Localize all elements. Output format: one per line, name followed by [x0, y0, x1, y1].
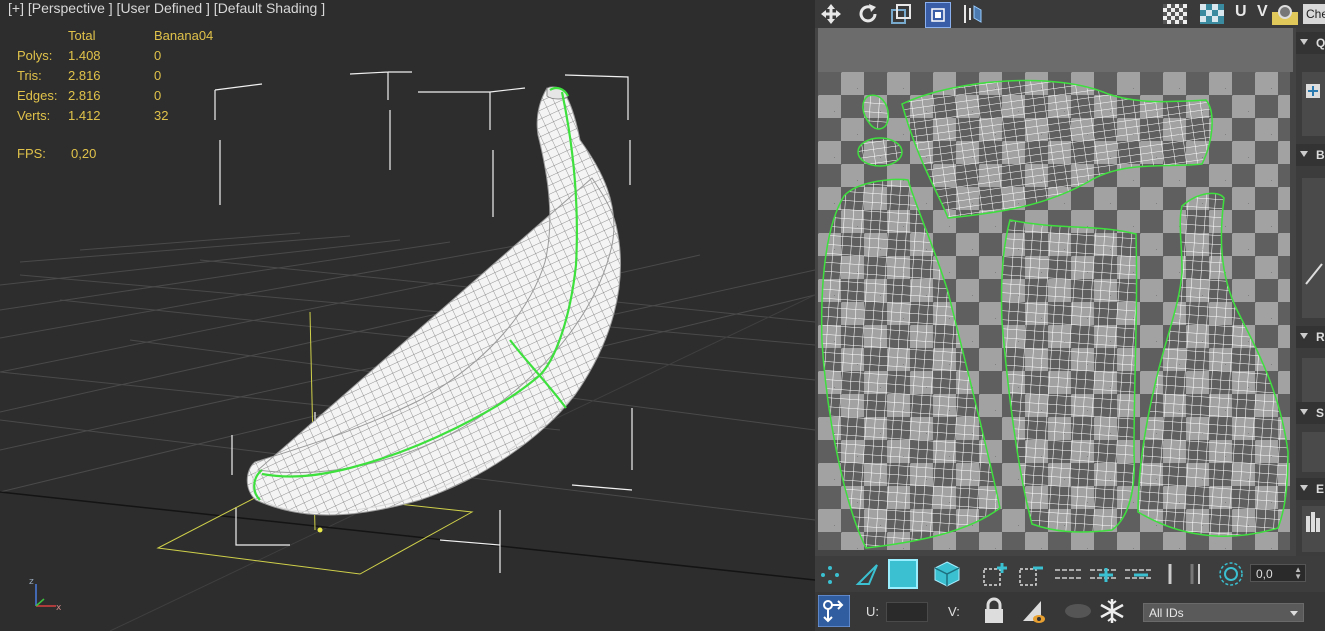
- fps-readout: FPS: 0,20: [17, 146, 96, 161]
- stats-object: 0: [154, 88, 162, 103]
- ring-select-icon[interactable]: [1163, 562, 1177, 586]
- perspective-viewport[interactable]: [+] [Perspective ] [User Defined ] [Defa…: [0, 0, 815, 631]
- stats-row-verts: Verts: 1.412 32: [17, 106, 213, 126]
- viewport-label[interactable]: [+] [Perspective ] [User Defined ] [Defa…: [8, 0, 325, 16]
- settings-icon[interactable]: [1271, 2, 1299, 26]
- lock-icon[interactable]: [983, 597, 1005, 625]
- quick-transform-icon[interactable]: [1306, 84, 1320, 98]
- stats-total-header: Total: [68, 28, 96, 43]
- stats-total: 2.816: [68, 68, 101, 83]
- v-label: V:: [948, 604, 960, 619]
- edge-select-icon[interactable]: [855, 562, 881, 588]
- rollout-body: [1302, 178, 1325, 318]
- rollout-body: [1302, 432, 1325, 472]
- banana-mesh: [246, 86, 622, 516]
- soft-select-icon[interactable]: [1217, 560, 1245, 588]
- stats-label: Edges:: [17, 88, 58, 103]
- stats-total: 1.408: [68, 48, 101, 63]
- rollout-header-s[interactable]: S: [1296, 402, 1325, 424]
- shrink-selection-icon[interactable]: [1018, 561, 1046, 587]
- rollout-header-b[interactable]: B: [1296, 144, 1325, 166]
- rollout-body: [1302, 506, 1325, 552]
- rollout-body: [1302, 358, 1325, 402]
- straighten-icon[interactable]: [1304, 258, 1324, 288]
- stats-object: 0: [154, 48, 162, 63]
- uv-shell-left: [820, 178, 1001, 549]
- checker-pattern-icon[interactable]: [1161, 2, 1189, 26]
- stats-total: 2.816: [68, 88, 101, 103]
- stats-object: 0: [154, 68, 162, 83]
- move-icon[interactable]: [819, 2, 843, 26]
- chevron-down-icon: [1290, 611, 1298, 616]
- checker-toggle-icon[interactable]: [1198, 2, 1226, 26]
- material-id-value: All IDs: [1149, 606, 1184, 620]
- ring-grow-icon[interactable]: [1187, 562, 1205, 586]
- rollout-body: [1302, 72, 1325, 136]
- uv-editor-header-strip: [818, 28, 1293, 72]
- freeze-icon[interactable]: [1098, 597, 1126, 625]
- uv-shell-tip: [857, 94, 903, 167]
- stats-row-polys: Polys: 1.408 0: [17, 46, 213, 66]
- isolate-icon[interactable]: [1063, 602, 1093, 620]
- transform-mode-icon[interactable]: [818, 595, 850, 627]
- loop-select-icon[interactable]: [1053, 566, 1083, 582]
- rollout-header-q[interactable]: Q: [1296, 32, 1325, 54]
- spinner-arrows-icon[interactable]: ▲ ▼: [1294, 566, 1302, 581]
- rollout-header-r[interactable]: R: [1296, 326, 1325, 348]
- face-select-button[interactable]: [888, 559, 918, 589]
- uv-canvas[interactable]: [818, 72, 1290, 550]
- fps-value: 0,20: [71, 146, 97, 161]
- hide-icon[interactable]: [1019, 597, 1047, 625]
- vertex-select-icon[interactable]: [819, 564, 841, 586]
- stats-label: Polys:: [17, 48, 53, 63]
- axis-gizmo-icon: z x: [29, 577, 62, 613]
- uv-transform-toolbar: U: V: All IDs: [815, 592, 1325, 631]
- stats-total: 1.412: [68, 108, 101, 123]
- falloff-spinner[interactable]: 0,0 ▲ ▼: [1250, 564, 1306, 582]
- stats-row-tris: Tris: 2.816 0: [17, 66, 213, 86]
- uv-rollout-panel: Q B R S E: [1296, 28, 1325, 556]
- uv-shell-middle: [1000, 219, 1138, 533]
- loop-grow-icon[interactable]: [1088, 564, 1118, 584]
- rotate-icon[interactable]: [856, 2, 880, 26]
- gizmo-z-label: z: [29, 577, 34, 587]
- uv-editor-window: U V Che Q B R S E 0,0 ▲ ▼ U: V: All IDs: [815, 0, 1325, 631]
- uv-toolbar: U V Che: [815, 0, 1325, 28]
- freeform-icon[interactable]: [925, 2, 951, 28]
- scale-icon[interactable]: [889, 2, 913, 26]
- u-label: U:: [866, 604, 879, 619]
- stats-object: 32: [154, 108, 169, 123]
- rollout-header-e[interactable]: E: [1296, 478, 1325, 500]
- uv-shell-right: [1137, 192, 1289, 537]
- stats-object-header: Banana04: [154, 28, 214, 43]
- uv-shells: [820, 79, 1289, 549]
- grow-selection-icon[interactable]: [982, 561, 1010, 587]
- stats-label: Verts:: [17, 108, 51, 123]
- loop-shrink-icon[interactable]: [1123, 564, 1153, 584]
- material-id-dropdown[interactable]: All IDs: [1143, 603, 1304, 622]
- uv-shell-stem: [901, 79, 1213, 219]
- stats-row-edges: Edges: 2.816 0: [17, 86, 213, 106]
- falloff-value: 0,0: [1256, 567, 1273, 581]
- element-select-icon[interactable]: [933, 560, 961, 588]
- u-field[interactable]: [886, 602, 928, 622]
- stats-label: Tris:: [17, 68, 42, 83]
- fps-label: FPS:: [17, 146, 46, 161]
- uv-selection-toolbar: 0,0 ▲ ▼: [815, 556, 1325, 592]
- uv-label: U V: [1235, 3, 1271, 20]
- mirror-icon[interactable]: [961, 2, 985, 26]
- gizmo-x-label: x: [56, 603, 62, 613]
- checker-dropdown[interactable]: Che: [1303, 4, 1325, 24]
- statistics-overlay: Total Banana04 Polys: 1.408 0 Tris: 2.81…: [17, 26, 213, 126]
- pack-icon[interactable]: [1305, 510, 1321, 534]
